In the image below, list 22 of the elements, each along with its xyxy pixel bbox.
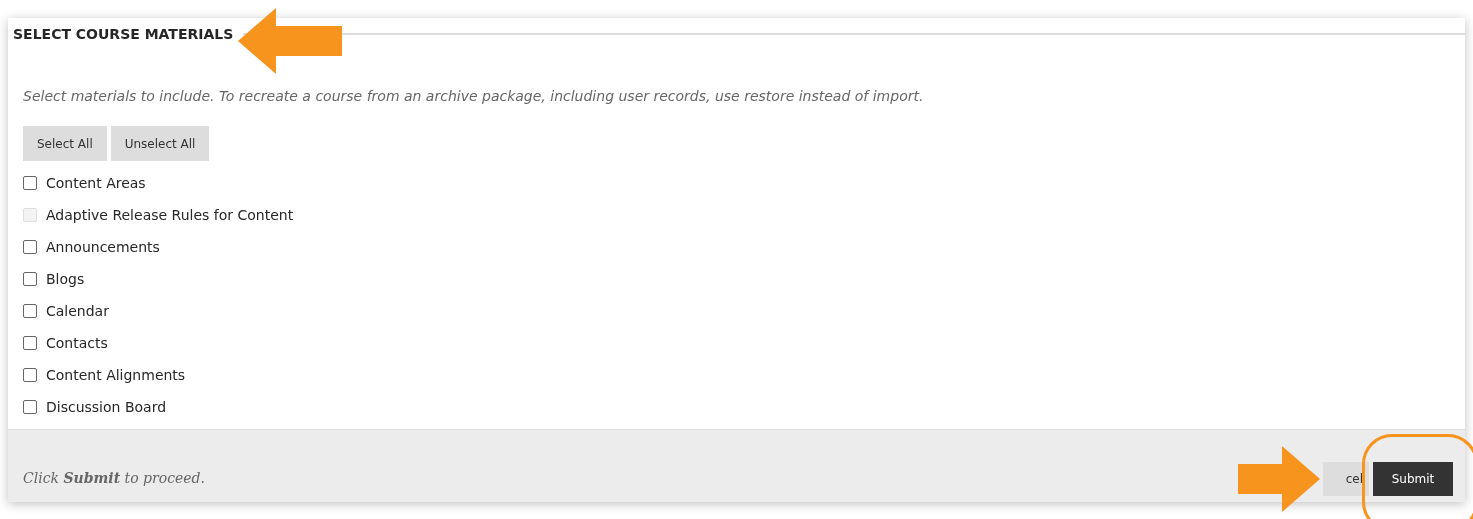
checkbox[interactable] xyxy=(23,400,37,414)
material-label: Contacts xyxy=(46,335,108,351)
unselect-all-button[interactable]: Unselect All xyxy=(110,126,210,161)
material-label: Announcements xyxy=(46,239,160,255)
cancel-button[interactable]: cel xyxy=(1323,462,1369,496)
select-all-button[interactable]: Select All xyxy=(23,126,107,161)
checkbox[interactable] xyxy=(23,304,37,318)
material-label: Content Alignments xyxy=(46,367,186,383)
instructions-text: Select materials to include. To recreate a course from an archive package, including user records, use restore instead of import. xyxy=(23,88,925,104)
checkbox[interactable] xyxy=(23,240,37,254)
checkbox[interactable] xyxy=(23,368,37,382)
submit-button[interactable]: Submit xyxy=(1373,462,1453,496)
checkbox[interactable] xyxy=(23,336,37,350)
section-title: SELECT COURSE MATERIALS xyxy=(13,26,234,42)
checkbox[interactable] xyxy=(23,272,37,286)
submit-hint: Click Submit to proceed. xyxy=(23,470,205,486)
material-label: Adaptive Release Rules for Content xyxy=(46,207,294,223)
material-label: Content Areas xyxy=(46,175,146,191)
material-label: Calendar xyxy=(46,303,109,319)
checkbox[interactable] xyxy=(23,176,37,190)
material-label: Discussion Board xyxy=(46,399,167,415)
material-label: Blogs xyxy=(46,271,85,287)
